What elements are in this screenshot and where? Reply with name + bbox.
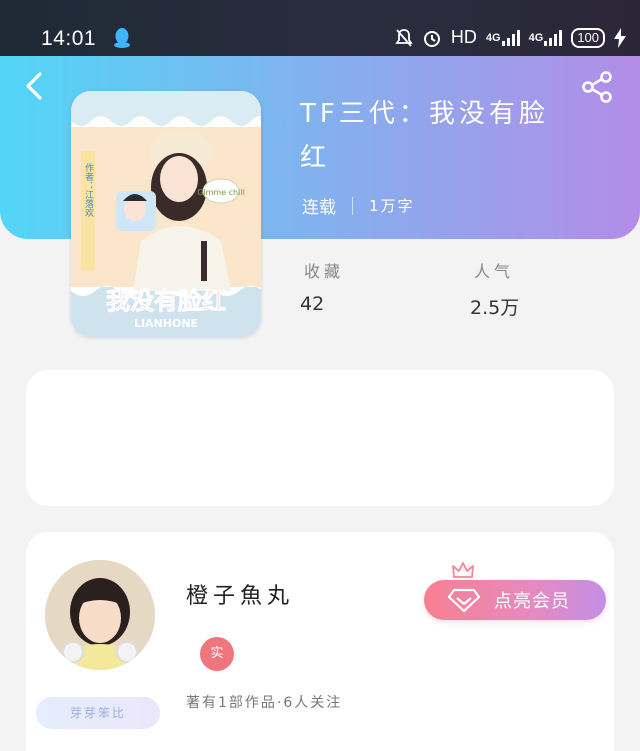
tag-divider bbox=[352, 196, 353, 215]
status-indicators: HD 4G 4G 100 bbox=[395, 27, 626, 48]
popularity-value: 2.5万 bbox=[470, 297, 520, 319]
mute-bell-icon bbox=[395, 28, 413, 47]
author-avatar[interactable] bbox=[45, 560, 155, 670]
svg-text:我没有脸红: 我没有脸红 bbox=[106, 287, 226, 315]
author-meta: 著有1部作品·6人关注 bbox=[186, 695, 343, 711]
fan-level-badge: 芽芽笨比 bbox=[36, 697, 160, 729]
serial-status: 连载 bbox=[302, 198, 336, 218]
status-time: 14:01 bbox=[41, 27, 97, 50]
empty-content-card bbox=[26, 370, 614, 506]
status-bar: 14:01 HD 4G 4G 100 bbox=[0, 0, 640, 56]
crown-icon bbox=[452, 562, 474, 578]
svg-text:作者：江落欢: 作者：江落欢 bbox=[83, 162, 94, 218]
author-name[interactable]: 橙子魚丸 bbox=[186, 578, 294, 610]
vip-label: 点亮会员 bbox=[494, 591, 570, 612]
charging-bolt-icon bbox=[614, 27, 626, 48]
back-arrow-icon[interactable] bbox=[20, 70, 52, 102]
svg-text:Gimme chill: Gimme chill bbox=[197, 188, 245, 197]
hd-indicator: HD bbox=[450, 27, 477, 47]
popularity-label: 人气 bbox=[474, 262, 515, 281]
diamond-icon bbox=[448, 588, 480, 612]
favorites-label: 收藏 bbox=[304, 262, 345, 281]
svg-text:LIANHONE: LIANHONE bbox=[134, 317, 198, 330]
favorites-value: 42 bbox=[300, 293, 325, 315]
battery-indicator: 100 bbox=[571, 27, 605, 48]
signal-2: 4G bbox=[529, 29, 563, 46]
share-icon[interactable] bbox=[580, 70, 614, 104]
alarm-icon bbox=[423, 30, 440, 47]
qq-notification-icon bbox=[114, 28, 130, 48]
word-count: 1万字 bbox=[369, 197, 415, 215]
signal-1: 4G bbox=[486, 29, 520, 46]
book-tags: 连载 1万字 bbox=[302, 193, 415, 218]
book-title: TF三代：我没有脸红 bbox=[300, 99, 549, 173]
verified-badge: 实 bbox=[200, 637, 234, 671]
book-cover-image[interactable]: Gimme chill 作者：江落欢 我没有脸红 LIANHONE bbox=[71, 91, 261, 337]
